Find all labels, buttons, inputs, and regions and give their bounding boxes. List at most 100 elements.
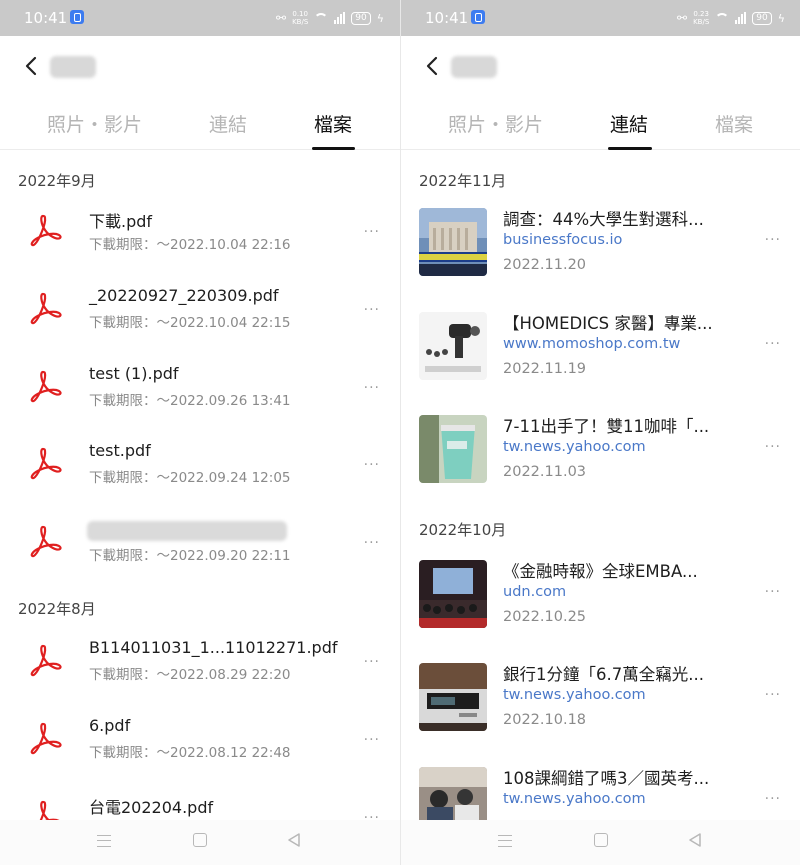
more-options-button[interactable]: ··· [364, 732, 380, 748]
charging-icon: ϟ [777, 11, 785, 25]
link-item[interactable]: 調查：44%大學生對選科... businessfocus.io 2022.11… [401, 202, 800, 294]
charging-icon: ϟ [376, 11, 384, 25]
chat-name-redacted [451, 56, 497, 78]
file-expiry: 下載期限：～2022.09.24 12:05 [89, 470, 291, 486]
recent-apps-icon[interactable] [97, 835, 111, 847]
more-options-button[interactable]: ··· [364, 810, 380, 820]
more-options-button[interactable]: ··· [765, 336, 781, 352]
tab-photos-videos[interactable]: 照片・影片 [47, 110, 142, 137]
chat-name-redacted [50, 56, 96, 78]
battery-icon: 90 [351, 11, 371, 25]
file-name: 下載.pdf [89, 212, 153, 231]
link-item[interactable]: 108課綱錯了嗎3／國英考... tw.news.yahoo.com ··· [401, 761, 800, 820]
links-screen: 10:41 ⚯ 0.23 KB/S 90 ϟ 照片・影片 連結 檔案 2022年1… [400, 0, 800, 865]
network-speed: 0.23 KB/S [693, 10, 709, 26]
coffee-cup-thumbnail [419, 415, 487, 483]
section-date: 2022年9月 [18, 172, 96, 190]
tab-links[interactable]: 連結 [209, 110, 247, 137]
status-bar: 10:41 ⚯ 0.10 KB/S 90 ϟ [0, 0, 400, 36]
tab-bar: 照片・影片 連結 檔案 [0, 96, 400, 150]
tab-photos-videos[interactable]: 照片・影片 [448, 110, 543, 137]
file-name: test (1).pdf [89, 364, 179, 383]
link-domain: tw.news.yahoo.com [503, 439, 646, 455]
file-item[interactable]: 6.pdf 下載期限：～2022.08.12 22:48 ··· [0, 710, 400, 780]
more-options-button[interactable]: ··· [364, 302, 380, 318]
back-button[interactable] [421, 54, 445, 78]
file-name: 6.pdf [89, 716, 131, 735]
network-speed-value: 0.23 [693, 10, 709, 18]
file-name: 台電202204.pdf [89, 798, 214, 817]
more-options-button[interactable]: ··· [765, 791, 781, 807]
tab-files[interactable]: 檔案 [715, 110, 753, 137]
file-item[interactable]: 下載期限：～2022.09.20 22:11 ··· [0, 513, 400, 583]
more-options-button[interactable]: ··· [364, 380, 380, 396]
pdf-file-icon [30, 722, 62, 755]
pdf-file-icon [30, 525, 62, 558]
pdf-file-icon [30, 644, 62, 677]
recent-apps-icon[interactable] [498, 835, 512, 847]
file-name: test.pdf [89, 441, 151, 460]
pdf-file-icon [30, 214, 62, 247]
home-icon[interactable] [193, 833, 207, 847]
file-item[interactable]: test (1).pdf 下載期限：～2022.09.26 13:41 ··· [0, 358, 400, 428]
university-building-thumbnail [419, 208, 487, 276]
file-name: _20220927_220309.pdf [89, 286, 279, 305]
network-speed: 0.10 KB/S [292, 10, 308, 26]
tab-bar: 照片・影片 連結 檔案 [401, 96, 800, 150]
more-options-button[interactable]: ··· [765, 439, 781, 455]
more-options-button[interactable]: ··· [765, 584, 781, 600]
graduation-hall-thumbnail [419, 560, 487, 628]
file-name-redacted [87, 521, 287, 541]
back-triangle-icon[interactable] [688, 833, 702, 847]
status-time: 10:41 [24, 9, 68, 27]
link-item[interactable]: 《金融時報》全球EMBA... udn.com 2022.10.25 ··· [401, 554, 800, 646]
files-screen: 10:41 ⚯ 0.10 KB/S 90 ϟ 照片・影片 連結 檔案 2022年9… [0, 0, 400, 865]
file-item[interactable]: _20220927_220309.pdf 下載期限：～2022.10.04 22… [0, 280, 400, 350]
file-expiry: 下載期限：～2022.08.29 22:20 [89, 667, 291, 683]
section-date: 2022年8月 [18, 600, 96, 618]
file-item[interactable]: 台電202204.pdf ··· [0, 788, 400, 820]
pdf-file-icon [39, 800, 60, 820]
link-date: 2022.10.25 [503, 609, 587, 625]
classroom-students-thumbnail [419, 767, 487, 820]
chevron-left-icon [25, 56, 37, 76]
more-options-button[interactable]: ··· [364, 654, 380, 670]
app-notification-icon [471, 10, 485, 24]
pdf-file-icon [30, 447, 62, 480]
status-bar: 10:41 ⚯ 0.23 KB/S 90 ϟ [401, 0, 800, 36]
more-options-button[interactable]: ··· [765, 687, 781, 703]
tab-files[interactable]: 檔案 [314, 110, 352, 137]
system-nav-bar [0, 820, 400, 865]
chevron-left-icon [426, 56, 438, 76]
signal-icon [334, 12, 346, 24]
link-domain: www.momoshop.com.tw [503, 336, 681, 352]
link-item[interactable]: 銀行1分鐘「6.7萬全竊光... tw.news.yahoo.com 2022.… [401, 657, 800, 749]
back-button[interactable] [20, 54, 44, 78]
file-item[interactable]: B114011031_1...11012271.pdf 下載期限：～2022.0… [0, 632, 400, 702]
link-item[interactable]: 【HOMEDICS 家醫】專業... www.momoshop.com.tw 2… [401, 306, 800, 398]
more-options-button[interactable]: ··· [364, 457, 380, 473]
more-options-button[interactable]: ··· [364, 224, 380, 240]
network-speed-unit: KB/S [693, 18, 710, 26]
system-nav-bar [401, 820, 800, 865]
tab-links[interactable]: 連結 [610, 110, 648, 137]
file-expiry: 下載期限：～2022.10.04 22:15 [89, 315, 291, 331]
back-triangle-icon[interactable] [287, 833, 301, 847]
section-date: 2022年11月 [419, 172, 507, 190]
signal-icon [735, 12, 747, 24]
link-title: 【HOMEDICS 家醫】專業... [503, 314, 713, 333]
file-item[interactable]: test.pdf 下載期限：～2022.09.24 12:05 ··· [0, 435, 400, 505]
top-bar [0, 36, 400, 96]
more-options-button[interactable]: ··· [765, 232, 781, 248]
file-list: 2022年9月 下載.pdf 下載期限：～2022.10.04 22:16 ··… [0, 150, 400, 820]
link-date: 2022.11.03 [503, 464, 587, 480]
link-item[interactable]: 7-11出手了！雙11咖啡「... tw.news.yahoo.com 2022… [401, 409, 800, 501]
file-item[interactable]: 下載.pdf 下載期限：～2022.10.04 22:16 ··· [0, 202, 400, 272]
link-title: 108課綱錯了嗎3／國英考... [503, 769, 710, 788]
more-options-button[interactable]: ··· [364, 535, 380, 551]
link-list: 2022年11月 調查：44%大學生對選科... businessfocus.i… [401, 150, 800, 820]
pdf-file-icon [30, 292, 62, 325]
hotspot-icon: ⚯ [677, 11, 688, 25]
home-icon[interactable] [594, 833, 608, 847]
hotspot-icon: ⚯ [276, 11, 287, 25]
